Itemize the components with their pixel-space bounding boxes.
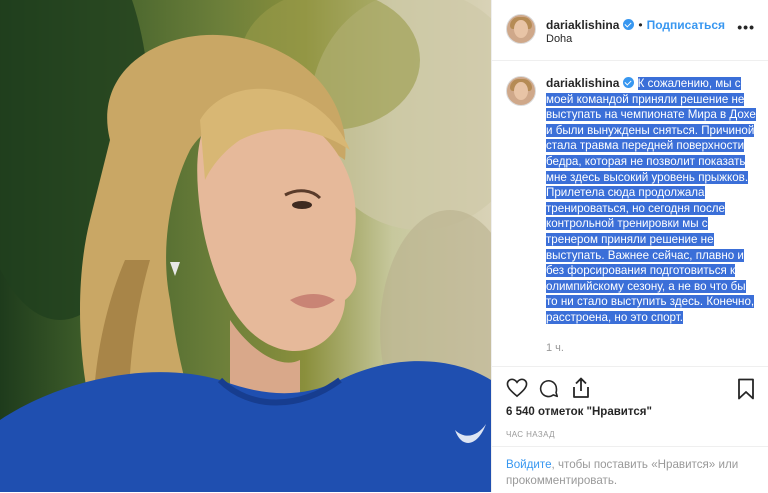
- caption-username[interactable]: dariaklishina: [546, 76, 619, 90]
- action-bar: [492, 366, 768, 437]
- posted-time[interactable]: ЧАС НАЗАД: [506, 430, 555, 439]
- bookmark-icon[interactable]: [737, 378, 755, 400]
- author-avatar[interactable]: [506, 14, 536, 44]
- post-header: dariaklishina • Подписаться Doha •••: [492, 0, 768, 61]
- caption-avatar[interactable]: [506, 76, 536, 106]
- verified-badge-icon: [623, 19, 635, 30]
- author-username[interactable]: dariaklishina: [546, 18, 619, 32]
- caption-time[interactable]: 1 ч.: [546, 342, 564, 354]
- instagram-post: dariaklishina • Подписаться Doha ••• daria…: [0, 0, 768, 492]
- heart-icon[interactable]: [506, 378, 528, 398]
- comment-box: Войдите, чтобы поставить «Нравится» или …: [492, 446, 768, 493]
- login-link[interactable]: Войдите: [506, 458, 552, 471]
- follow-button[interactable]: Подписаться: [647, 18, 725, 32]
- athlete-portrait-image: [0, 0, 491, 492]
- post-caption: dariaklishina К сожалению, мы с моей ком…: [546, 76, 756, 326]
- share-icon[interactable]: [571, 377, 591, 399]
- comment-bubble-icon[interactable]: [538, 378, 559, 399]
- post-photo[interactable]: [0, 0, 491, 492]
- more-options-icon[interactable]: •••: [737, 19, 755, 35]
- comment-prompt: Войдите, чтобы поставить «Нравится» или …: [506, 457, 756, 489]
- post-side-panel: dariaklishina • Подписаться Doha ••• daria…: [491, 0, 768, 492]
- post-location[interactable]: Doha: [546, 33, 572, 45]
- caption-text: К сожалению, мы с моей командой приняли …: [546, 77, 756, 324]
- separator-dot: •: [638, 18, 643, 32]
- verified-badge-icon: [623, 77, 635, 88]
- likes-count[interactable]: 6 540 отметок "Нравится": [506, 406, 652, 418]
